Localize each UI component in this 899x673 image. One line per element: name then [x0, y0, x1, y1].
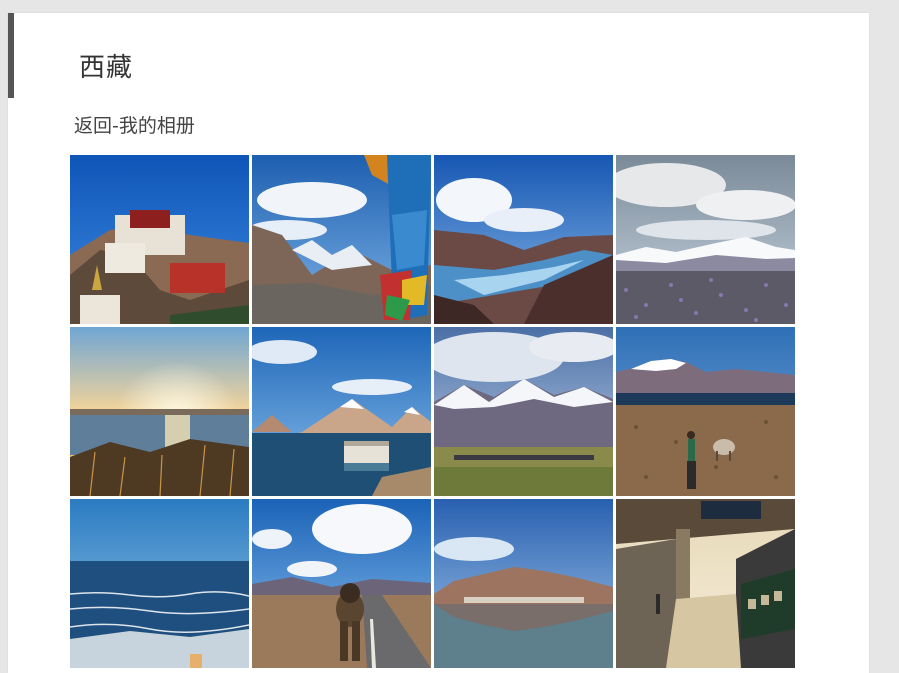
photo-thumbnail[interactable]: [70, 327, 249, 496]
photo-thumbnail[interactable]: [252, 155, 431, 324]
snow-peaks-field-image: [616, 155, 795, 324]
back-to-my-albums-link[interactable]: 返回-我的相册: [74, 111, 195, 138]
photo-thumbnail[interactable]: [252, 327, 431, 496]
snow-mountains-train-image: [434, 327, 613, 496]
photo-thumbnail[interactable]: [434, 499, 613, 668]
photo-thumbnail[interactable]: [434, 327, 613, 496]
prayer-flags-image: [252, 155, 431, 324]
sea-shore-image: [70, 499, 249, 668]
mountain-reflection-image: [434, 499, 613, 668]
train-station-image: [616, 499, 795, 668]
album-title: 西藏: [79, 53, 134, 83]
photo-thumbnail[interactable]: [616, 499, 795, 668]
photo-thumbnail[interactable]: [616, 327, 795, 496]
photo-thumbnail[interactable]: [616, 155, 795, 324]
grassland-yak-image: [616, 327, 795, 496]
photo-thumbnail[interactable]: [434, 155, 613, 324]
dog-on-road-image: [252, 499, 431, 668]
photo-thumbnail[interactable]: [70, 499, 249, 668]
potala-palace-image: [70, 155, 249, 324]
photo-grid: [70, 155, 800, 668]
lake-sunset-image: [70, 327, 249, 496]
title-accent-bar: [8, 13, 14, 98]
photo-thumbnail[interactable]: [70, 155, 249, 324]
photo-thumbnail[interactable]: [252, 499, 431, 668]
blue-lake-image: [434, 155, 613, 324]
mountain-lake-island-image: [252, 327, 431, 496]
